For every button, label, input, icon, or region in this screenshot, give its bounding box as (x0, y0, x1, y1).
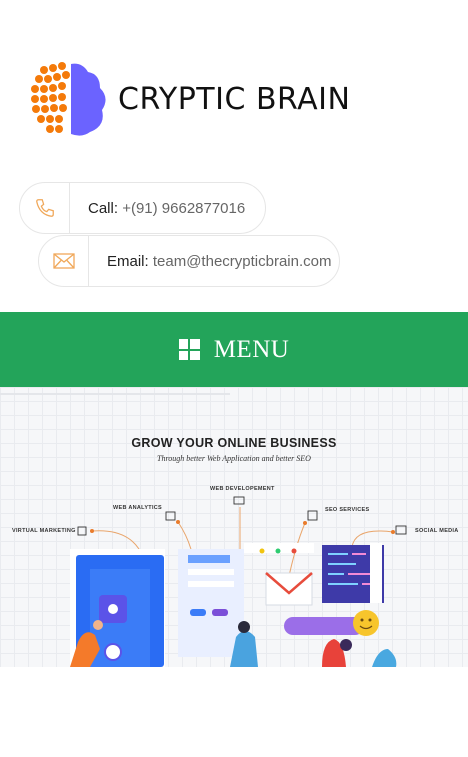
page: CRYPTIC BRAIN Call: +(91) 9662877016 Ema… (0, 0, 468, 757)
brand-name: CRYPTIC BRAIN (118, 81, 351, 117)
email-contact[interactable]: Email: team@thecrypticbrain.com (38, 235, 340, 287)
grid-icon (178, 339, 200, 360)
call-label: Call: (88, 199, 119, 217)
hero-illustration (0, 393, 407, 667)
label-seo-services: SEO SERVICES (325, 507, 370, 513)
brand-logo[interactable]: CRYPTIC BRAIN (30, 60, 350, 138)
label-social-media: SOCIAL MEDIA (415, 528, 459, 534)
hero-title: GROW YOUR ONLINE BUSINESS (131, 436, 337, 450)
envelope-icon (39, 236, 89, 286)
email-address[interactable]: team@thecrypticbrain.com (153, 253, 332, 270)
call-number[interactable]: +(91) 9662877016 (122, 200, 245, 217)
label-virtual-marketing: VIRTUAL MARKETING (12, 528, 76, 534)
phone-icon (20, 183, 70, 233)
hero-subtitle: Through better Web Application and bette… (157, 454, 311, 463)
brain-logo-icon (31, 62, 106, 136)
menu-toggle-button[interactable]: MENU (0, 312, 468, 387)
hero-banner: GROW YOUR ONLINE BUSINESS Through better… (0, 387, 468, 667)
menu-label: MENU (213, 335, 290, 363)
label-web-development: WEB DEVELOPEMENT (210, 486, 275, 492)
label-web-analytics: WEB ANALYTICS (113, 505, 163, 511)
call-contact[interactable]: Call: +(91) 9662877016 (19, 182, 266, 234)
email-label: Email: (107, 252, 149, 270)
